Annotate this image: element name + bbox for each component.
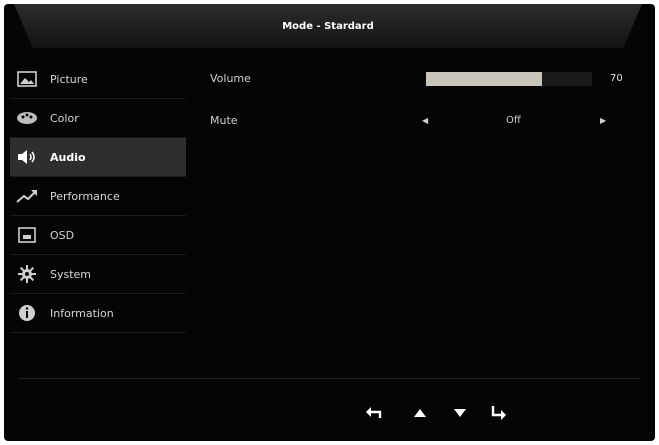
sidebar-item-performance[interactable]: Performance <box>10 177 186 216</box>
osd-menu: Mode - Stardard Picture Color Audio Perf… <box>4 4 655 441</box>
osd-header: Mode - Stardard <box>14 4 642 48</box>
volume-slider-fill <box>426 72 543 86</box>
sidebar-item-system[interactable]: System <box>10 255 186 294</box>
speaker-icon <box>16 146 38 168</box>
sidebar-item-label: Performance <box>50 189 120 203</box>
header-title: Mode - Stardard <box>282 20 374 32</box>
osd-window-icon <box>16 224 38 246</box>
sidebar-item-label: Picture <box>50 72 88 86</box>
up-arrow-icon[interactable] <box>408 404 432 422</box>
mute-label: Mute <box>210 113 238 127</box>
sidebar-item-color[interactable]: Color <box>10 99 186 138</box>
trend-up-icon <box>16 185 38 207</box>
color-palette-icon <box>16 107 38 129</box>
mute-row[interactable]: Mute ◀ Off ▶ <box>210 108 630 132</box>
sidebar-item-information[interactable]: Information <box>10 294 186 333</box>
volume-label: Volume <box>210 71 251 85</box>
sidebar-item-label: Color <box>50 111 79 125</box>
volume-row[interactable]: Volume 70 <box>210 66 630 90</box>
enter-icon[interactable] <box>486 404 510 422</box>
sidebar-item-label: Audio <box>50 150 86 164</box>
sidebar-item-label: OSD <box>50 228 75 242</box>
sidebar: Picture Color Audio Performance OSD Syst… <box>10 60 186 333</box>
bottom-divider <box>18 378 640 379</box>
sidebar-item-label: Information <box>50 306 114 320</box>
back-icon[interactable] <box>362 404 386 422</box>
sidebar-item-picture[interactable]: Picture <box>10 60 186 99</box>
picture-icon <box>16 68 38 90</box>
sidebar-item-label: System <box>50 267 92 281</box>
gear-icon <box>16 263 38 285</box>
volume-value: 70 <box>610 72 623 84</box>
mute-right-arrow-icon[interactable]: ▶ <box>600 116 606 125</box>
down-arrow-icon[interactable] <box>448 404 472 422</box>
info-icon <box>16 302 38 324</box>
sidebar-item-audio[interactable]: Audio <box>10 138 186 177</box>
mute-value: Off <box>506 114 521 126</box>
volume-slider[interactable] <box>426 72 592 86</box>
mute-left-arrow-icon[interactable]: ◀ <box>422 116 428 125</box>
sidebar-item-osd[interactable]: OSD <box>10 216 186 255</box>
